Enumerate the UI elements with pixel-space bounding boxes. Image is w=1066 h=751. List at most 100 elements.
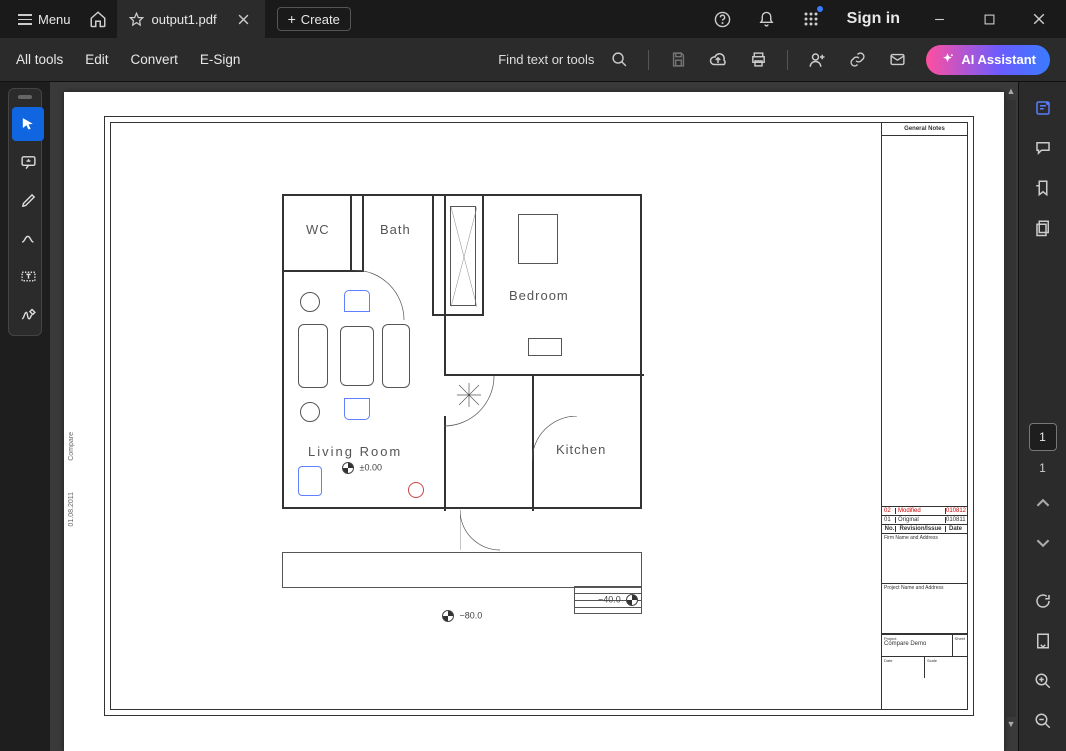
sign-tool[interactable] bbox=[12, 297, 44, 331]
scroll-down-icon[interactable]: ▼ bbox=[1006, 719, 1016, 731]
sparkle-icon bbox=[940, 52, 955, 67]
cursor-icon bbox=[20, 116, 37, 133]
panel-gen-icon bbox=[1034, 99, 1052, 117]
pencil-icon bbox=[20, 192, 37, 209]
all-tools-button[interactable]: All tools bbox=[16, 52, 63, 67]
notification-dot bbox=[817, 6, 823, 12]
document-tab[interactable]: output1.pdf bbox=[117, 0, 265, 38]
floor-plan: WC Bath Bedroom Kitchen Living Room bbox=[282, 194, 642, 509]
scroll-track[interactable] bbox=[1006, 100, 1016, 717]
save-button[interactable] bbox=[661, 44, 695, 76]
page-number-input[interactable]: 1 bbox=[1029, 423, 1057, 451]
textbox-icon bbox=[20, 268, 37, 285]
apps-button[interactable] bbox=[791, 0, 831, 38]
page-up-button[interactable] bbox=[1025, 485, 1061, 521]
terrace-outline bbox=[282, 552, 642, 588]
tool-palette bbox=[8, 88, 42, 336]
document-viewport[interactable]: ▲ ▼ 01.08.2011 Compare bbox=[50, 82, 1018, 751]
wall bbox=[432, 196, 434, 316]
sofa-symbol bbox=[298, 324, 328, 388]
wall bbox=[482, 196, 484, 316]
textbox-tool[interactable] bbox=[12, 259, 44, 293]
notifications-button[interactable] bbox=[747, 0, 787, 38]
desk-symbol bbox=[528, 338, 562, 356]
print-button[interactable] bbox=[741, 44, 775, 76]
chair-symbol bbox=[344, 398, 370, 420]
search-button[interactable] bbox=[602, 44, 636, 76]
separator bbox=[787, 50, 788, 70]
sign-in-button[interactable]: Sign in bbox=[835, 10, 912, 28]
comment-icon bbox=[20, 154, 37, 171]
zoom-in-button[interactable] bbox=[1025, 663, 1061, 699]
panel-bookmarks-button[interactable] bbox=[1025, 170, 1061, 206]
bed-symbol bbox=[518, 214, 558, 264]
email-button[interactable] bbox=[880, 44, 914, 76]
maximize-icon bbox=[984, 14, 995, 25]
add-person-button[interactable] bbox=[800, 44, 834, 76]
home-button[interactable] bbox=[79, 4, 117, 34]
page-fit-icon bbox=[1034, 632, 1052, 650]
window-close[interactable] bbox=[1016, 0, 1062, 38]
find-label: Find text or tools bbox=[498, 52, 594, 67]
mail-icon bbox=[889, 51, 906, 68]
draw-tool[interactable] bbox=[12, 221, 44, 255]
link-icon bbox=[849, 51, 866, 68]
panel-pages-button[interactable] bbox=[1025, 210, 1061, 246]
drag-handle[interactable] bbox=[18, 95, 32, 99]
link-button[interactable] bbox=[840, 44, 874, 76]
page-down-button[interactable] bbox=[1025, 525, 1061, 561]
minimize-icon bbox=[934, 14, 945, 25]
zoom-out-button[interactable] bbox=[1025, 703, 1061, 739]
ai-assistant-button[interactable]: AI Assistant bbox=[926, 45, 1050, 75]
vertical-scrollbar[interactable]: ▲ ▼ bbox=[1006, 86, 1016, 731]
tab-close-button[interactable] bbox=[235, 10, 253, 28]
menu-label: Menu bbox=[38, 12, 71, 27]
comment-tool[interactable] bbox=[12, 145, 44, 179]
room-wc-label: WC bbox=[306, 222, 330, 237]
wall bbox=[350, 196, 352, 270]
project-box: Project Name and Address bbox=[882, 584, 967, 634]
notes-area bbox=[882, 136, 967, 506]
separator bbox=[648, 50, 649, 70]
signature-icon bbox=[20, 306, 37, 323]
monument-marker bbox=[408, 482, 424, 498]
print-icon bbox=[750, 51, 767, 68]
level-40-label: −40.0 bbox=[598, 594, 621, 604]
page-display-button[interactable] bbox=[1025, 623, 1061, 659]
chat-icon bbox=[1034, 139, 1052, 157]
rotate-icon bbox=[1034, 592, 1052, 610]
scroll-up-icon[interactable]: ▲ bbox=[1006, 86, 1016, 98]
wall bbox=[284, 270, 364, 272]
room-bedroom-label: Bedroom bbox=[509, 288, 569, 303]
edit-button[interactable]: Edit bbox=[85, 52, 108, 67]
convert-button[interactable]: Convert bbox=[131, 52, 178, 67]
save-icon bbox=[670, 51, 687, 68]
room-living-label: Living Room bbox=[308, 444, 402, 459]
table-symbol bbox=[340, 326, 374, 386]
menu-button[interactable]: Menu bbox=[10, 8, 79, 31]
panel-comments-button[interactable] bbox=[1025, 130, 1061, 166]
search-icon bbox=[611, 51, 628, 68]
help-icon bbox=[714, 11, 731, 28]
rotate-button[interactable] bbox=[1025, 583, 1061, 619]
chevron-up-icon bbox=[1036, 496, 1050, 510]
panel-generative-button[interactable] bbox=[1025, 90, 1061, 126]
hamburger-icon bbox=[18, 14, 32, 24]
home-icon bbox=[89, 10, 107, 28]
highlight-tool[interactable] bbox=[12, 183, 44, 217]
select-tool[interactable] bbox=[12, 107, 44, 141]
create-button[interactable]: + Create bbox=[277, 7, 351, 31]
window-minimize[interactable] bbox=[916, 0, 962, 38]
closet-symbol bbox=[450, 206, 476, 306]
general-notes-header: General Notes bbox=[882, 122, 967, 136]
wall bbox=[362, 196, 364, 270]
help-button[interactable] bbox=[703, 0, 743, 38]
cloud-button[interactable] bbox=[701, 44, 735, 76]
close-icon bbox=[238, 14, 249, 25]
revision-row-1: 01 Original 010811 bbox=[882, 516, 967, 525]
cloud-upload-icon bbox=[709, 51, 727, 69]
window-maximize[interactable] bbox=[966, 0, 1012, 38]
esign-button[interactable]: E-Sign bbox=[200, 52, 241, 67]
door-arc bbox=[354, 270, 414, 330]
level-0-label: ±0.00 bbox=[360, 462, 382, 472]
